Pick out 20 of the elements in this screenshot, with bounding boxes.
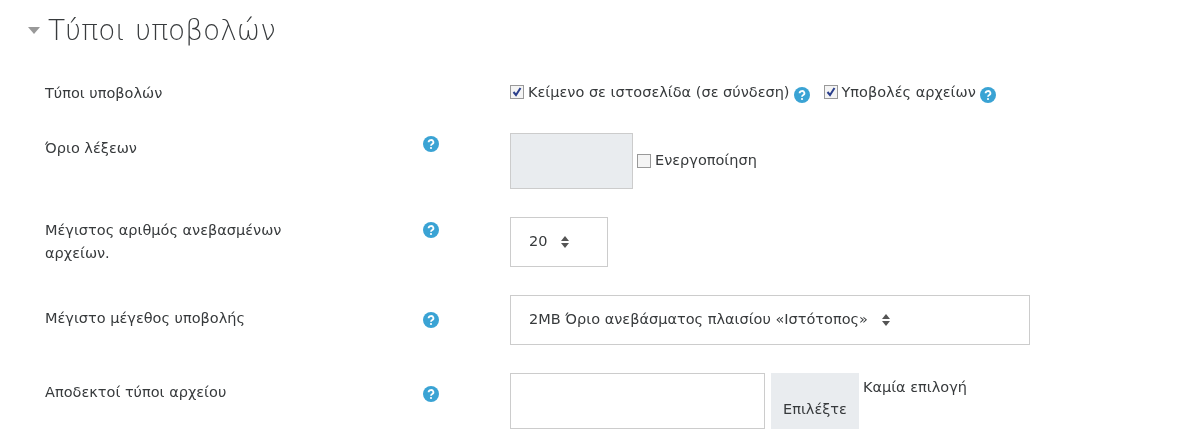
selection-note: Καμία επιλογή — [862, 377, 967, 397]
select-field[interactable]: 20 — [510, 216, 608, 267]
select-value: 20 — [529, 231, 548, 251]
field-label: Τύποι υποβολών — [44, 83, 164, 103]
field-label: Όριο λέξεων — [44, 138, 138, 158]
file-types-field[interactable] — [510, 372, 765, 429]
checkbox[interactable] — [823, 85, 838, 100]
checkbox-label: Κείμενο σε ιστοσελίδα (σε σύνδεση) — [528, 82, 790, 102]
checkbox[interactable] — [510, 85, 524, 100]
help-icon[interactable] — [793, 84, 810, 101]
checkbox-label: Ενεργοποίηση — [655, 150, 757, 170]
section-title: Τύποι υποβολών — [48, 14, 276, 48]
field-label: Μέγιστο μέγεθος υποβολής — [44, 308, 246, 328]
select-value: 2MB Όριο ανεβάσματος πλαισίου «Ιστότοπος» — [529, 309, 868, 329]
checkbox-label: Υποβολές αρχείων — [841, 82, 976, 102]
field-label: Μέγιστος αριθμός ανεβασμένων αρχείων. — [44, 220, 283, 263]
choose-button[interactable]: Επιλέξτε — [771, 372, 859, 429]
field-label: Αποδεκτοί τύποι αρχείου — [44, 382, 228, 402]
help-icon[interactable] — [979, 84, 996, 101]
select-field[interactable]: 2MB Όριο ανεβάσματος πλαισίου «Ιστότοπος» — [510, 294, 1030, 345]
